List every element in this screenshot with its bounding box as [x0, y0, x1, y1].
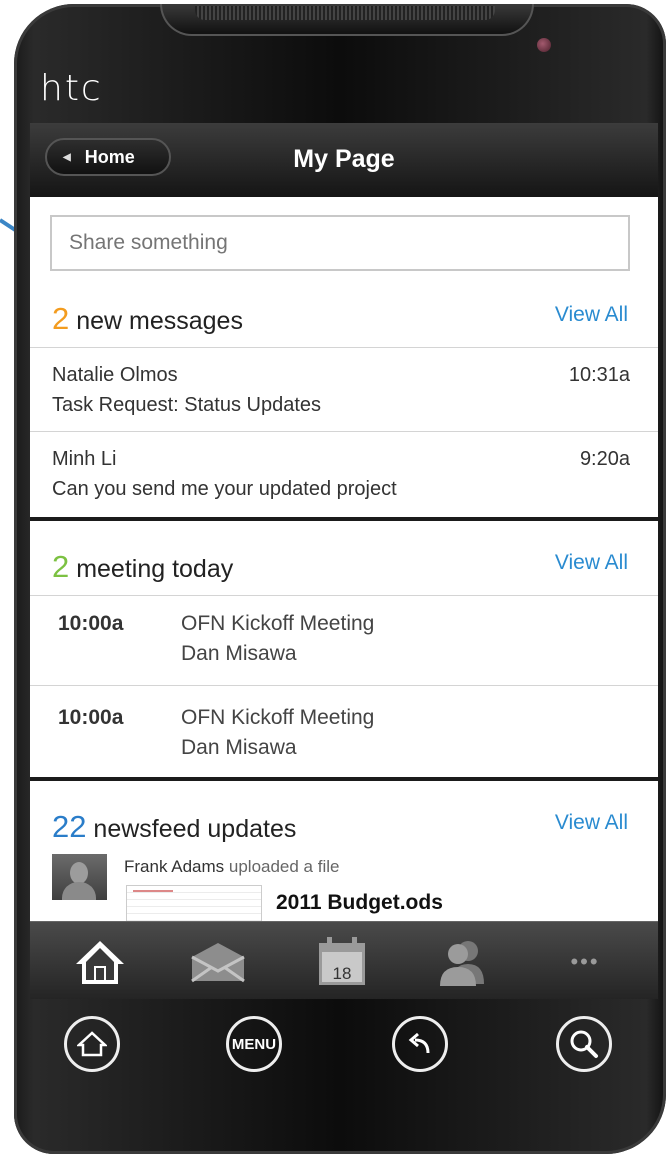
section-separator	[30, 777, 658, 781]
avatar	[52, 854, 107, 900]
calendar-day: 18	[332, 964, 352, 983]
section-separator	[30, 517, 658, 521]
divider	[30, 685, 658, 686]
divider	[30, 347, 658, 348]
divider	[30, 595, 658, 596]
meeting-owner: Dan Misawa	[181, 736, 297, 759]
messages-label: new messages	[69, 307, 243, 335]
message-time: 9:20a	[579, 448, 630, 470]
message-time: 10:31a	[568, 364, 630, 386]
tab-home[interactable]	[70, 934, 130, 990]
home-outline-icon	[77, 1031, 107, 1057]
tab-mail[interactable]	[188, 934, 248, 990]
home-icon	[76, 941, 124, 984]
meetings-count: 2	[52, 549, 70, 584]
hardware-search-button[interactable]	[556, 1016, 612, 1072]
feed-entry[interactable]: Frank Adams uploaded a file	[124, 857, 339, 877]
newsfeed-count: 22	[52, 809, 87, 844]
hardware-menu-button[interactable]: MENU	[226, 1016, 282, 1072]
message-sender: Natalie Olmos	[52, 364, 178, 386]
feed-user: Frank Adams	[124, 857, 225, 876]
newsfeed-header: 22 newsfeed updates View All	[30, 803, 658, 853]
meetings-header: 2 meeting today View All	[30, 543, 658, 593]
brand-logo: htc	[40, 68, 103, 109]
screen: ◀ Home My Page 2 new messages View All N…	[30, 123, 658, 999]
tab-contacts[interactable]	[432, 934, 492, 990]
meeting-title: OFN Kickoff Meeting	[181, 612, 375, 635]
tab-bar: 18 •••	[30, 921, 658, 999]
menu-label: MENU	[231, 1035, 277, 1053]
meetings-label: meeting today	[69, 555, 234, 583]
feed-action: uploaded a file	[224, 857, 340, 876]
meeting-time: 10:00a	[58, 612, 124, 635]
file-name[interactable]: 2011 Budget.ods	[276, 891, 443, 915]
page-title: My Page	[293, 145, 395, 173]
tab-more[interactable]: •••	[555, 934, 615, 990]
mail-icon	[191, 943, 245, 983]
back-icon	[408, 1032, 430, 1054]
camera-icon	[537, 38, 551, 52]
meeting-time: 10:00a	[58, 706, 124, 729]
search-icon	[570, 1030, 598, 1058]
message-item[interactable]: Natalie Olmos Task Request: Status Updat…	[52, 360, 642, 420]
hardware-back-button[interactable]	[392, 1016, 448, 1072]
newsfeed-label: newsfeed updates	[86, 815, 297, 843]
contacts-icon	[440, 941, 484, 986]
messages-count: 2	[52, 301, 70, 336]
meeting-title: OFN Kickoff Meeting	[181, 706, 375, 729]
more-icon: •••	[570, 949, 600, 974]
message-subject: Can you send me your updated project	[52, 478, 397, 500]
messages-header: 2 new messages View All	[30, 295, 658, 345]
share-input[interactable]	[50, 215, 630, 271]
divider	[30, 431, 658, 432]
hardware-home-button[interactable]	[64, 1016, 120, 1072]
message-sender: Minh Li	[52, 448, 117, 470]
tab-calendar[interactable]: 18	[312, 934, 372, 990]
meetings-view-all-link[interactable]: View All	[555, 551, 628, 575]
title-bar: ◀ Home My Page	[30, 123, 658, 197]
meeting-owner: Dan Misawa	[181, 642, 297, 665]
newsfeed-view-all-link[interactable]: View All	[555, 811, 628, 835]
message-item[interactable]: Minh Li Can you send me your updated pro…	[52, 444, 642, 504]
messages-view-all-link[interactable]: View All	[555, 303, 628, 327]
speaker-grill	[195, 6, 495, 20]
message-subject: Task Request: Status Updates	[52, 394, 322, 416]
